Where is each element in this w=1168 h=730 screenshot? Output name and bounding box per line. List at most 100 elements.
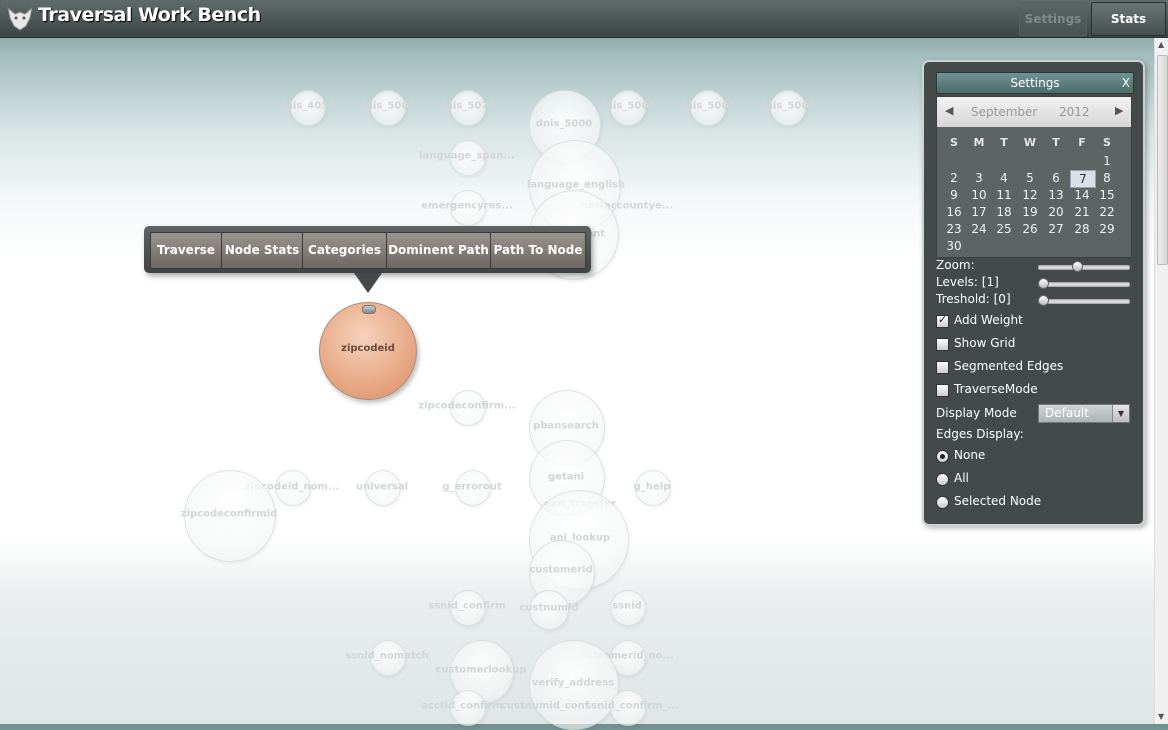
node-label: custnumid_conf	[500, 700, 590, 712]
node-label: dnis_5004	[598, 100, 656, 112]
node-label: customerlookup	[435, 664, 527, 676]
settings-title-bar[interactable]: Settings X	[936, 72, 1134, 94]
scroll-thumb[interactable]	[1157, 55, 1168, 265]
calendar-day[interactable]: 22	[1095, 204, 1119, 220]
weekday-header: M	[973, 136, 985, 149]
traverse-button[interactable]: Traverse	[150, 232, 222, 269]
display-mode-label: Display Mode	[936, 406, 1017, 420]
node-label: dnis_5000	[535, 118, 593, 130]
zoom-slider-thumb[interactable]	[1072, 261, 1084, 272]
calendar-day[interactable]: 19	[1018, 204, 1042, 220]
chevron-down-icon[interactable]: ▼	[1112, 405, 1129, 422]
radio-button[interactable]	[936, 450, 949, 463]
calendar-month: September	[971, 105, 1038, 119]
stats-button[interactable]: Stats	[1091, 2, 1166, 36]
weekday-header: T	[1052, 136, 1060, 149]
treshold-slider[interactable]	[1038, 299, 1130, 304]
scroll-up-icon[interactable]: ▲	[1158, 40, 1164, 49]
checkbox[interactable]	[936, 313, 949, 328]
calendar-day[interactable]: 13	[1044, 187, 1068, 203]
weekday-header: S	[950, 136, 958, 149]
checkbox[interactable]	[936, 361, 949, 374]
node-label: dnis_4058	[278, 100, 336, 112]
node-handle[interactable]	[362, 305, 376, 314]
calendar-day[interactable]: 7	[1070, 170, 1096, 188]
checkbox-label[interactable]: Add Weight	[954, 313, 1023, 327]
close-button[interactable]: X	[1122, 73, 1130, 93]
node-label: dnis_5003	[758, 100, 816, 112]
next-month-icon[interactable]: ▶	[1115, 104, 1123, 117]
calendar-day[interactable]: 18	[992, 204, 1016, 220]
app-header: Traversal Work Bench Settings Stats	[0, 0, 1168, 38]
settings-button[interactable]: Settings	[1019, 2, 1087, 36]
calendar-day[interactable]: 5	[1018, 170, 1042, 186]
calendar-day[interactable]: 9	[942, 187, 966, 203]
node-label: language_english	[526, 179, 626, 191]
node-label: pbansearch	[533, 420, 599, 432]
calendar-day[interactable]: 24	[967, 221, 991, 237]
checkbox[interactable]	[936, 384, 949, 397]
calendar-day[interactable]: 21	[1070, 204, 1094, 220]
radio-label[interactable]: None	[954, 448, 985, 462]
checkbox-label[interactable]: Show Grid	[954, 336, 1015, 350]
node-label: ssnid_confirm_...	[585, 700, 679, 712]
display-mode-select[interactable]: Default ▼	[1038, 404, 1130, 423]
node-label: universal	[355, 481, 409, 493]
calendar-day[interactable]: 23	[942, 221, 966, 237]
calendar-day[interactable]: 14	[1070, 187, 1094, 203]
calendar-day[interactable]: 15	[1095, 187, 1119, 203]
calendar-day[interactable]: 6	[1044, 170, 1068, 186]
zoom-slider[interactable]	[1038, 265, 1130, 270]
levels-slider[interactable]	[1038, 282, 1130, 287]
calendar-day[interactable]: 20	[1044, 204, 1068, 220]
calendar-day[interactable]: 26	[1018, 221, 1042, 237]
radio-label[interactable]: Selected Node	[954, 494, 1041, 508]
selected-node[interactable]: zipcodeid	[319, 302, 417, 400]
node-label: ssnid_nomatch	[345, 650, 429, 662]
path-to-node-button[interactable]: Path To Node	[490, 232, 586, 269]
checkbox[interactable]	[936, 338, 949, 351]
settings-title: Settings	[1010, 76, 1060, 90]
scroll-down-icon[interactable]: ▼	[1158, 712, 1164, 721]
categories-button[interactable]: Categories	[302, 232, 387, 269]
calendar-day[interactable]: 2	[942, 170, 966, 186]
calendar-day[interactable]: 27	[1044, 221, 1068, 237]
calendar-day[interactable]: 3	[967, 170, 991, 186]
weekday-header: F	[1078, 136, 1086, 149]
selected-node-label: zipcodeid	[341, 343, 395, 354]
weekday-header: W	[1023, 136, 1037, 149]
node-context-menu: Traverse Node Stats Categories Dominent …	[144, 226, 591, 273]
calendar-day[interactable]: 29	[1095, 221, 1119, 237]
radio-button[interactable]	[936, 496, 949, 509]
wolf-logo-icon	[7, 6, 33, 31]
calendar-day[interactable]: 1	[1095, 153, 1119, 169]
levels-slider-thumb[interactable]	[1038, 278, 1049, 289]
radio-button[interactable]	[936, 473, 949, 486]
calendar-day[interactable]: 28	[1070, 221, 1094, 237]
prev-month-icon[interactable]: ◀	[945, 104, 953, 117]
dominent-path-button[interactable]: Dominent Path	[386, 232, 491, 269]
calendar-day[interactable]: 30	[942, 238, 966, 254]
calendar-day[interactable]: 8	[1095, 170, 1119, 186]
calendar-day[interactable]: 11	[992, 187, 1016, 203]
calendar-day[interactable]: 10	[967, 187, 991, 203]
checkbox-label[interactable]: TraverseMode	[954, 382, 1038, 396]
calendar-day[interactable]: 4	[992, 170, 1016, 186]
checkbox-label[interactable]: Segmented Edges	[954, 359, 1063, 373]
treshold-slider-thumb[interactable]	[1038, 295, 1049, 306]
vertical-scrollbar[interactable]: ▲ ▼	[1154, 38, 1168, 724]
calendar-day[interactable]: 12	[1018, 187, 1042, 203]
node-label: custnumid	[519, 602, 579, 614]
calendar-year: 2012	[1059, 105, 1090, 119]
settings-panel: Settings X ◀ September 2012 ▶ SMTWTFS123…	[922, 60, 1145, 526]
calendar-day[interactable]: 17	[967, 204, 991, 220]
node-label: dnis_5075	[438, 100, 496, 112]
calendar-day[interactable]: 25	[992, 221, 1016, 237]
radio-label[interactable]: All	[954, 471, 969, 485]
calendar-day[interactable]: 16	[942, 204, 966, 220]
node-label: customerid	[529, 564, 593, 576]
node-label: ssnid_confirm	[428, 600, 506, 612]
calendar-header: ◀ September 2012 ▶	[937, 97, 1131, 127]
edges-display-label: Edges Display:	[936, 427, 1024, 441]
node-stats-button[interactable]: Node Stats	[221, 232, 303, 269]
